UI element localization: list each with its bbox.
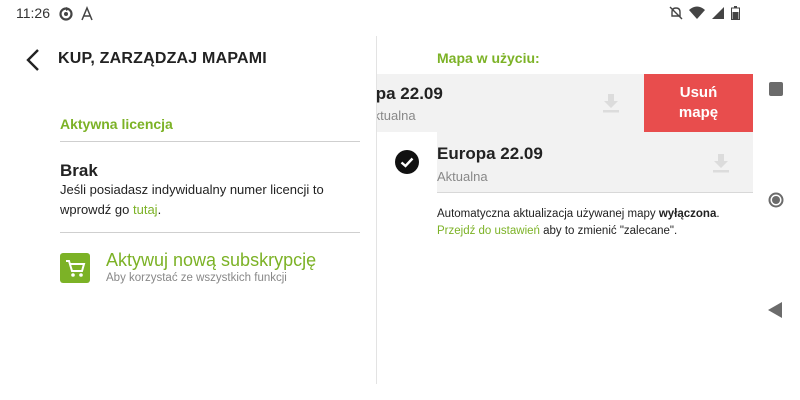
map-row-active[interactable]: Europa 22.09 Aktualna [377,132,753,192]
cart-icon [60,253,90,283]
recents-square-icon[interactable] [769,82,783,101]
auto-update-note: Automatyczna aktualizacja używanej mapy … [437,206,757,240]
settings-link-suffix: aby to zmienić "zalecane". [539,225,678,237]
license-here-link[interactable]: tutaj [133,202,158,217]
map-name: Europa 22.09 [437,144,543,163]
check-icon [395,150,419,174]
chevron-left-icon [26,49,39,71]
map-name-swiped: Europa 22.09 [377,84,443,103]
license-value: Brak [60,161,98,180]
license-section-label: Aktywna licencja [60,116,173,132]
auto-update-text-end: . [716,208,720,220]
download-icon [600,92,622,119]
map-status: Aktualna [437,169,488,184]
status-time: 11:26 [16,5,50,21]
mute-icon [669,6,683,25]
map-status-swiped: Aktualna [377,108,416,123]
sync-icon [58,6,74,27]
maps-panel: Mapa w użyciu: Europa 22.09 Aktualna Usu… [377,28,800,400]
navigation-bar [760,0,800,400]
back-triangle-icon[interactable] [768,302,782,323]
divider [60,232,360,233]
battery-icon [731,6,740,25]
back-button[interactable] [20,46,48,74]
activate-subscription-button[interactable]: Aktywuj nową subskrypcję Aby korzystać z… [60,250,360,290]
wifi-icon [689,6,705,25]
subscription-subtitle: Aby korzystać ze wszystkich funkcji [106,272,287,284]
signal-icon [711,6,725,25]
license-description: Jeśli posiadasz indywidualny numer licen… [60,180,360,220]
license-panel: KUP, ZARZĄDZAJ MAPAMI Aktywna licencja B… [0,28,376,400]
auto-update-text: Automatyczna aktualizacja używanej mapy [437,208,659,220]
home-circle-icon[interactable] [767,191,785,214]
divider [60,141,360,142]
font-a-icon [80,6,94,27]
settings-link[interactable]: Przejdź do ustawień [437,225,540,237]
delete-label-line2: mapę [678,104,719,121]
map-in-use-label: Mapa w użyciu: [437,50,540,66]
page-title: KUP, ZARZĄDZAJ MAPAMI [58,50,267,67]
download-icon[interactable] [710,152,732,179]
subscription-title: Aktywuj nową subskrypcję [106,250,317,270]
license-text-end: . [157,202,162,217]
status-bar: 11:26 [0,0,800,28]
license-text: Jeśli posiadasz indywidualny numer licen… [60,182,324,217]
delete-map-button[interactable]: Usuń mapę [644,74,753,132]
delete-label-line1: Usuń [679,84,718,101]
auto-update-state: wyłączona [658,208,717,220]
divider [437,192,753,193]
